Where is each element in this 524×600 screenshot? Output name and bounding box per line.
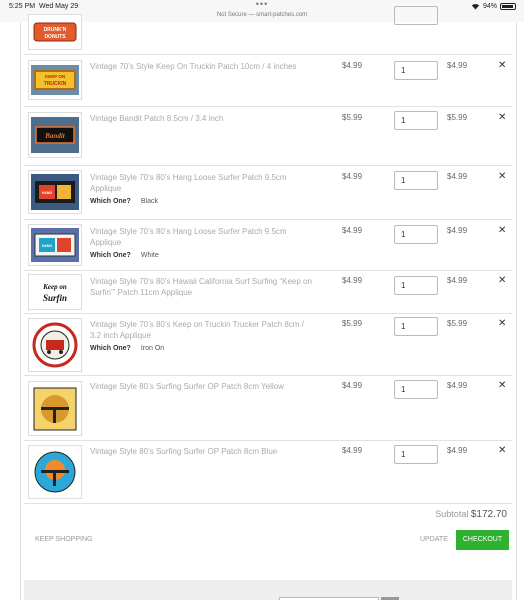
cart-row: HANG Vintage Style 70’s 80’s Hang Loose …: [24, 165, 512, 219]
option-value: Black: [140, 198, 158, 205]
cart-row: Bandit Vintage Bandit Patch 8.5cm / 3.4 …: [24, 106, 512, 165]
product-title[interactable]: Vintage Style 70’s 80’s Keep on Truckin …: [90, 319, 314, 341]
product-name[interactable]: Vintage Style 70’s 80’s Hang Loose Surfe…: [90, 226, 314, 261]
remove-icon[interactable]: ✕: [498, 380, 506, 391]
quantity-input[interactable]: [394, 6, 438, 25]
keep-shopping-link[interactable]: KEEP SHOPPING: [35, 536, 92, 543]
unit-price: $5.99: [342, 319, 363, 328]
line-total: $4.99: [447, 172, 468, 181]
update-button[interactable]: UPDATE: [420, 536, 448, 543]
page-border-left: [20, 22, 21, 600]
product-thumbnail[interactable]: DRUNK'N DONUTS: [28, 14, 82, 50]
product-thumbnail[interactable]: Keep on Surfin: [28, 274, 82, 310]
product-option: Which One? Iron On: [90, 343, 314, 354]
product-name[interactable]: Vintage Style 70’s 80’s Keep on Truckin …: [90, 319, 314, 354]
quantity-input[interactable]: 1: [394, 225, 438, 244]
svg-text:KEEP ON: KEEP ON: [45, 74, 65, 79]
product-name[interactable]: Vintage 70’s Style Keep On Truckin Patch…: [90, 61, 314, 72]
donut-patch-image: DRUNK'N DONUTS: [33, 22, 77, 42]
product-option: Which One? Black: [90, 196, 314, 207]
cart-row: HANG Vintage Style 70’s 80’s Hang Loose …: [24, 219, 512, 270]
option-label: Which One?: [90, 252, 131, 259]
quantity-input[interactable]: 1: [394, 61, 438, 80]
subtotal-label: Subtotal: [435, 509, 469, 519]
page-border-right: [516, 22, 517, 600]
hang-loose-patch-image: HANG: [31, 174, 79, 210]
unit-price: $5.99: [342, 113, 363, 122]
remove-icon[interactable]: ✕: [498, 60, 506, 71]
op-blue-patch-image: [34, 451, 76, 493]
option-value: Iron On: [140, 345, 165, 352]
remove-icon[interactable]: ✕: [498, 171, 506, 182]
svg-text:DONUTS: DONUTS: [44, 34, 66, 40]
product-title[interactable]: Vintage Style 70’s 80’s Hang Loose Surfe…: [90, 172, 314, 194]
bandit-patch-image: Bandit: [31, 117, 79, 153]
line-total: $4.99: [447, 226, 468, 235]
product-name[interactable]: Vintage Style 80’s Surfing Surfer OP Pat…: [90, 381, 314, 392]
truckin-patch-image: KEEP ON TRUCKIN: [31, 65, 79, 95]
svg-text:TRUCKIN: TRUCKIN: [44, 81, 67, 87]
product-name[interactable]: Vintage Style 80’s Surfing Surfer OP Pat…: [90, 446, 314, 457]
truckin-trucker-patch-image: [32, 322, 78, 368]
op-yellow-patch-image: [33, 387, 77, 430]
svg-text:Bandit: Bandit: [44, 132, 66, 140]
checkout-button[interactable]: CHECKOUT: [456, 530, 509, 550]
quantity-input[interactable]: 1: [394, 317, 438, 336]
product-name[interactable]: Vintage Style 70’s 80’s Hang Loose Surfe…: [90, 172, 314, 207]
cart-row: DRUNK'N DONUTS: [24, 0, 512, 54]
svg-text:HANG: HANG: [42, 244, 53, 248]
remove-icon[interactable]: ✕: [498, 445, 506, 456]
product-thumbnail[interactable]: HANG: [28, 224, 82, 266]
unit-price: $4.99: [342, 226, 363, 235]
line-total: $4.99: [447, 276, 468, 285]
product-thumbnail[interactable]: Bandit: [28, 112, 82, 158]
unit-price: $4.99: [342, 276, 363, 285]
svg-text:HANG: HANG: [42, 191, 53, 195]
remove-icon[interactable]: ✕: [498, 225, 506, 236]
option-label: Which One?: [90, 345, 131, 352]
line-total: $5.99: [447, 319, 468, 328]
remove-icon[interactable]: ✕: [498, 318, 506, 329]
hang-loose-patch-image: HANG: [31, 228, 79, 262]
cart-row: Vintage Style 80’s Surfing Surfer OP Pat…: [24, 375, 512, 440]
remove-icon[interactable]: ✕: [498, 112, 506, 123]
cart-row: Keep on Surfin Vintage Style 70’s 80’s H…: [24, 270, 512, 313]
line-total: $4.99: [447, 446, 468, 455]
cart-row: Vintage Style 70’s 80’s Keep on Truckin …: [24, 313, 512, 375]
line-total: $4.99: [447, 381, 468, 390]
line-total: $5.99: [447, 113, 468, 122]
quantity-input[interactable]: 1: [394, 276, 438, 295]
unit-price: $4.99: [342, 381, 363, 390]
remove-icon[interactable]: ✕: [498, 275, 506, 286]
product-title[interactable]: Vintage Style 70’s 80’s Hang Loose Surfe…: [90, 226, 314, 248]
quantity-input[interactable]: 1: [394, 171, 438, 190]
quantity-input[interactable]: 1: [394, 380, 438, 399]
product-thumbnail[interactable]: HANG: [28, 170, 82, 214]
cart-row: Vintage Style 80’s Surfing Surfer OP Pat…: [24, 440, 512, 504]
product-thumbnail[interactable]: [28, 445, 82, 499]
svg-text:DRUNK'N: DRUNK'N: [44, 27, 67, 33]
product-thumbnail[interactable]: KEEP ON TRUCKIN: [28, 60, 82, 100]
product-thumbnail[interactable]: [28, 381, 82, 436]
cart-row: KEEP ON TRUCKIN Vintage 70’s Style Keep …: [24, 54, 512, 106]
product-thumbnail[interactable]: [28, 318, 82, 372]
line-total: $4.99: [447, 61, 468, 70]
keep-on-surfin-patch-image: Keep on Surfin: [42, 283, 67, 303]
unit-price: $4.99: [342, 446, 363, 455]
footer: [24, 580, 512, 600]
product-name[interactable]: Vintage Bandit Patch 8.5cm / 3.4 inch: [90, 113, 314, 124]
unit-price: $4.99: [342, 172, 363, 181]
svg-text:Surfin: Surfin: [43, 293, 67, 303]
unit-price: $4.99: [342, 61, 363, 70]
subtotal: Subtotal $172.70: [435, 509, 507, 520]
product-option: Which One? White: [90, 250, 314, 261]
option-label: Which One?: [90, 198, 131, 205]
subtotal-value: $172.70: [470, 509, 507, 520]
svg-text:Keep on: Keep on: [42, 283, 67, 291]
product-name[interactable]: Vintage Style 70’s 80’s Hawaii Californi…: [90, 276, 314, 298]
option-value: White: [140, 252, 159, 259]
quantity-input[interactable]: 1: [394, 445, 438, 464]
quantity-input[interactable]: 1: [394, 111, 438, 130]
